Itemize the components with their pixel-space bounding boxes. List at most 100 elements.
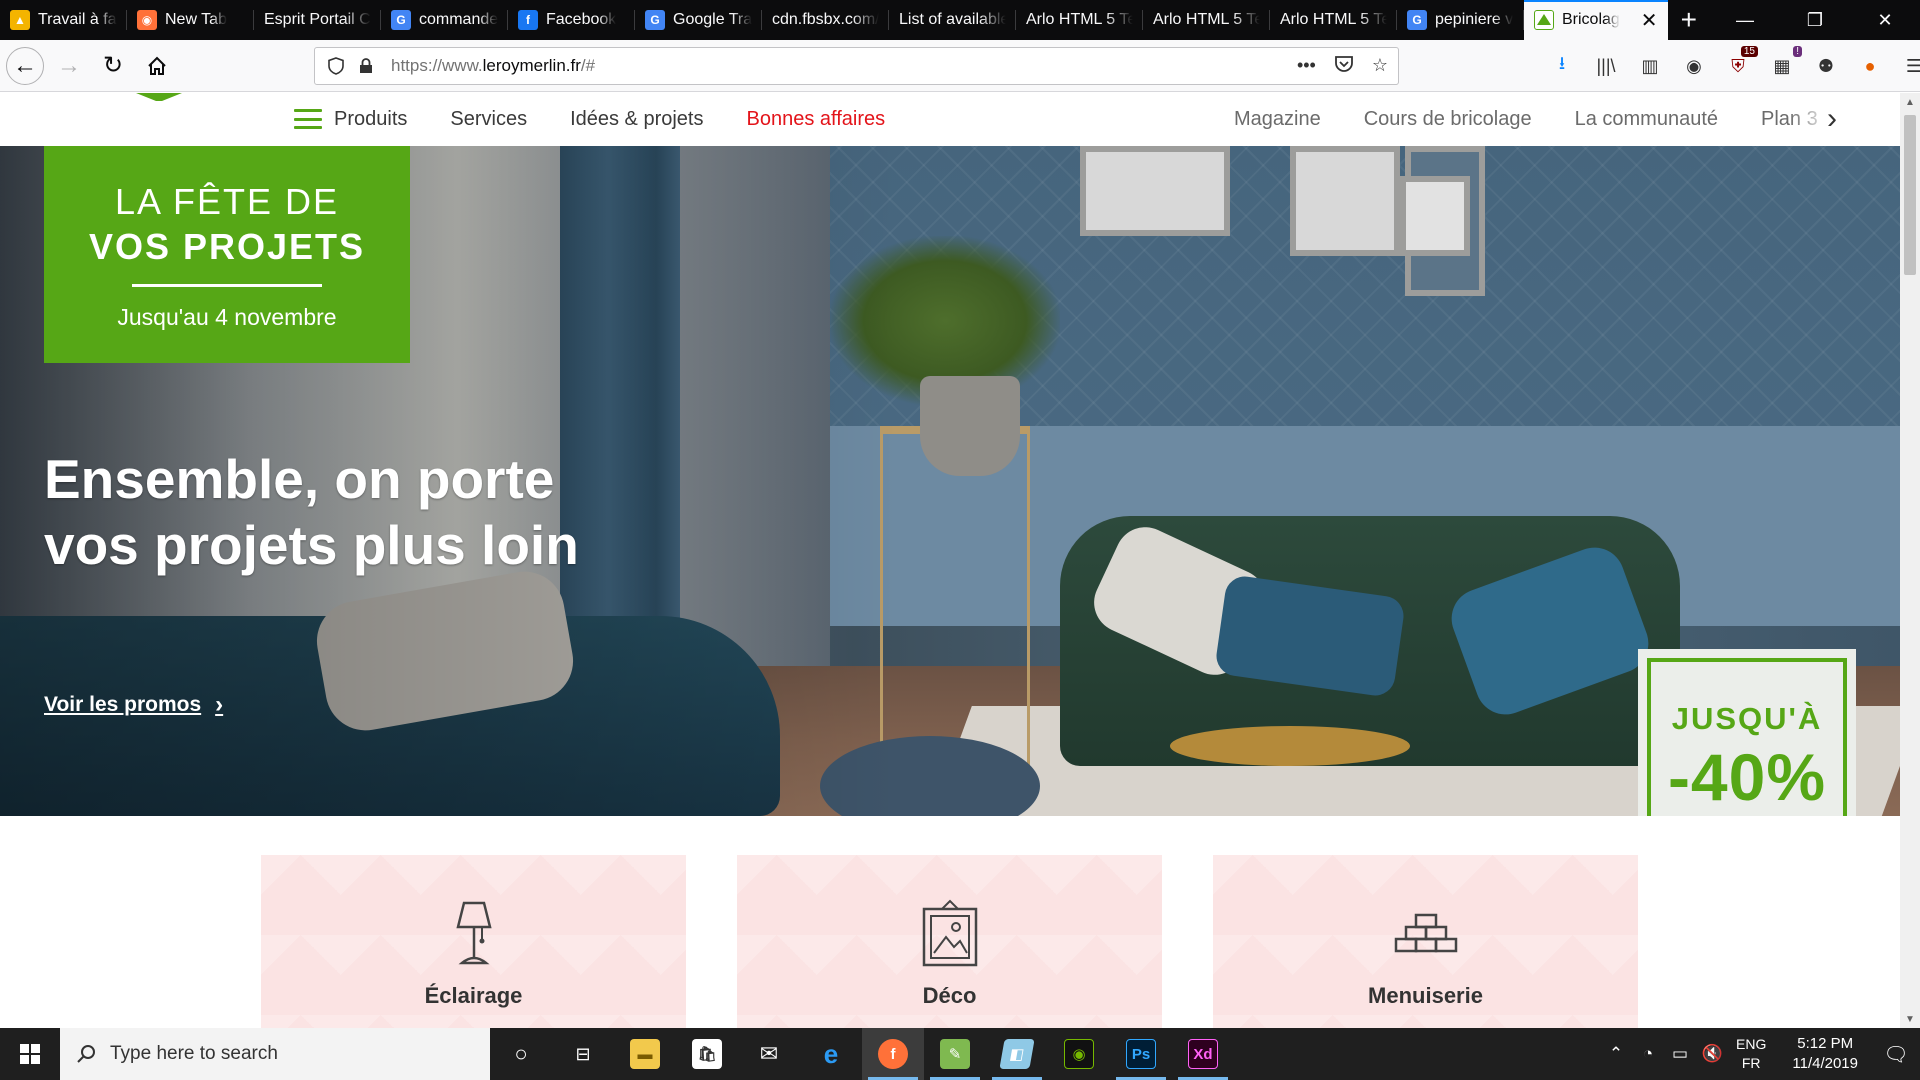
scroll-up-icon[interactable]: ▲ <box>1900 93 1920 111</box>
extension-button[interactable]: ▦! <box>1770 46 1802 78</box>
hero-title-line2: vos projets plus loin <box>44 514 579 576</box>
tab-label: Esprit Portail Ca <box>264 11 371 28</box>
browser-tab[interactable]: ◉ New Tab <box>127 0 254 40</box>
page-actions-icon[interactable]: ••• <box>1297 55 1316 78</box>
address-bar[interactable]: https://www.leroymerlin.fr/# ••• ☆ <box>314 47 1399 85</box>
forward-button[interactable]: → <box>50 47 88 85</box>
start-button[interactable] <box>0 1028 60 1080</box>
nvidia-button[interactable]: ◉ <box>1048 1028 1110 1080</box>
browser-tab[interactable]: Esprit Portail Ca <box>254 0 381 40</box>
see-promos-link[interactable]: Voir les promos › <box>44 691 223 719</box>
adobe-xd-icon: Xd <box>1188 1039 1218 1069</box>
category-card-lighting[interactable]: Éclairage <box>261 855 686 1028</box>
firefox-button[interactable]: f <box>862 1028 924 1080</box>
google-icon: G <box>1407 10 1427 30</box>
scroll-down-icon[interactable]: ▼ <box>1900 1010 1920 1028</box>
menu-scroll-right-button[interactable]: › <box>1818 102 1846 135</box>
adobe-xd-button[interactable]: Xd <box>1172 1028 1234 1080</box>
hero-banner[interactable]: LA FÊTE DE VOS PROJETS Jusqu'au 4 novemb… <box>0 146 1900 816</box>
ublock-button[interactable]: ⛨ 15 <box>1726 46 1758 78</box>
tracking-shield-icon[interactable] <box>325 55 347 77</box>
nav-bar: ← → ↻ https://www.leroymerlin.fr/# ••• ☆… <box>0 40 1920 92</box>
menu-item-courses[interactable]: Cours de bricolage <box>1364 108 1532 131</box>
volume-muted-icon[interactable]: 🔇 <box>1696 1044 1728 1064</box>
firefox-icon: f <box>878 1039 908 1069</box>
browser-tab[interactable]: Gpepiniere v <box>1397 0 1524 40</box>
home-button[interactable] <box>138 47 176 85</box>
app-tile-icon: ◧ <box>999 1039 1035 1069</box>
scrollbar-thumb[interactable] <box>1904 115 1916 275</box>
extension-button-3[interactable]: ● <box>1858 54 1882 78</box>
tab-label: Arlo HTML 5 Te <box>1026 11 1133 28</box>
language-switcher[interactable]: ENG FR <box>1736 1035 1766 1073</box>
store-bag-icon: 🛍 <box>692 1039 722 1069</box>
file-explorer-button[interactable]: ▬ <box>614 1028 676 1080</box>
menu-item-magazine[interactable]: Magazine <box>1234 108 1321 131</box>
extension-grid-icon: ▦ <box>1773 55 1791 76</box>
lamp-icon <box>455 901 492 965</box>
browser-tab[interactable]: Gcommande <box>381 0 508 40</box>
category-label: Déco <box>922 983 977 1008</box>
task-view-button-2[interactable]: ⊟ <box>552 1028 614 1080</box>
taskbar-search[interactable]: Type here to search <box>60 1028 490 1080</box>
notifications-button[interactable]: 🗨 <box>1872 1028 1920 1080</box>
tab-active[interactable]: Bricolag ✕ <box>1524 0 1668 40</box>
downloads-button[interactable]: ⭳ <box>1550 53 1574 78</box>
task-view-icon: ⊟ <box>575 1043 591 1064</box>
store-button[interactable]: 🛍 <box>676 1028 738 1080</box>
discount-percent: -40% <box>1667 740 1827 814</box>
hero-plant-stand <box>880 426 1030 786</box>
minimize-button[interactable]: — <box>1710 0 1780 40</box>
browser-tab[interactable]: Arlo HTML 5 Te <box>1143 0 1270 40</box>
facebook-icon: f <box>518 10 538 30</box>
battery-icon[interactable]: ▭ <box>1664 1044 1696 1064</box>
tab-label: Arlo HTML 5 Te <box>1153 11 1260 28</box>
photoshop-button[interactable]: Ps <box>1110 1028 1172 1080</box>
account-icon: ◉ <box>1686 55 1702 76</box>
fete-line1: LA FÊTE DE <box>114 181 340 222</box>
browser-tab[interactable]: G Google Tra <box>635 0 762 40</box>
extension-button-2[interactable]: ⚉ <box>1814 54 1838 78</box>
library-button[interactable]: |||\ <box>1594 54 1618 78</box>
leroy-merlin-logo[interactable] <box>92 93 226 115</box>
new-tab-button[interactable]: + <box>1668 0 1710 40</box>
app-button[interactable]: ◧ <box>986 1028 1048 1080</box>
back-button[interactable]: ← <box>6 46 44 85</box>
edge-button[interactable]: e <box>800 1028 862 1080</box>
mail-button[interactable]: ✉ <box>738 1028 800 1080</box>
pocket-icon[interactable] <box>1334 55 1354 78</box>
reload-button[interactable]: ↻ <box>94 47 132 85</box>
clock[interactable]: 5:12 PM 11/4/2019 <box>1792 1034 1858 1074</box>
close-tab-icon[interactable]: ✕ <box>1637 8 1658 33</box>
category-card-deco[interactable]: Déco <box>737 855 1162 1028</box>
browser-tab[interactable]: ▲ Travail à fa <box>0 0 127 40</box>
browser-tab[interactable]: f Facebook <box>508 0 635 40</box>
tab-label: commande <box>419 11 498 28</box>
menu-item-deals[interactable]: Bonnes affaires <box>747 108 886 131</box>
lock-icon[interactable] <box>355 55 377 77</box>
task-view-button[interactable]: ○ <box>490 1028 552 1080</box>
sidebar-button[interactable]: ▥ <box>1638 54 1662 78</box>
products-menu-button[interactable]: Produits <box>294 108 407 131</box>
browser-tab[interactable]: Arlo HTML 5 Te <box>1016 0 1143 40</box>
hero-title: Ensemble, on porte vos projets plus loin <box>44 446 644 578</box>
extension-badge: ! <box>1793 46 1802 57</box>
menu-item-services[interactable]: Services <box>450 108 527 131</box>
account-button[interactable]: ◉ <box>1682 54 1706 78</box>
menu-button[interactable]: ☰ <box>1902 54 1920 78</box>
menu-item-ideas[interactable]: Idées & projets <box>570 108 703 131</box>
page-scrollbar[interactable]: ▲ ▼ <box>1900 93 1920 1028</box>
browser-tab[interactable]: Arlo HTML 5 Te <box>1270 0 1397 40</box>
category-card-carpentry[interactable]: Menuiserie <box>1213 855 1638 1028</box>
see-promos-label: Voir les promos <box>44 693 202 716</box>
close-window-button[interactable]: ✕ <box>1850 0 1920 40</box>
menu-item-community[interactable]: La communauté <box>1575 108 1718 131</box>
secondary-menu: Magazine Cours de bricolage La communaut… <box>1234 93 1834 145</box>
restore-button[interactable]: ❐ <box>1780 0 1850 40</box>
notepad-button[interactable]: ✎ <box>924 1028 986 1080</box>
wifi-icon[interactable]: ◔ <box>1632 1044 1664 1064</box>
browser-tab[interactable]: cdn.fbsbx.com/ <box>762 0 889 40</box>
bookmark-star-icon[interactable]: ☆ <box>1372 55 1388 78</box>
chevron-up-icon[interactable]: ⌃ <box>1600 1044 1632 1064</box>
browser-tab[interactable]: List of available <box>889 0 1016 40</box>
